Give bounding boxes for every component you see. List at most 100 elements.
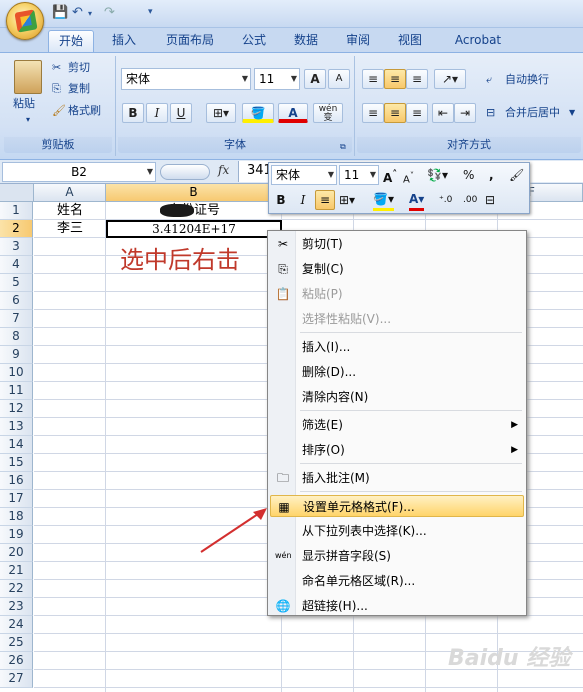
cell-a1[interactable]: 姓名 (34, 202, 106, 220)
align-center-icon[interactable]: ≡ (384, 103, 406, 123)
cell-b1[interactable]: 身份证号 (106, 202, 282, 220)
tab-review[interactable]: 审阅 (338, 30, 378, 52)
orientation-icon[interactable]: ↗▾ (434, 69, 466, 89)
row-header[interactable]: 9 (0, 346, 33, 364)
tab-formulas[interactable]: 公式 (234, 30, 274, 52)
row-header[interactable]: 8 (0, 328, 33, 346)
merge-center-button[interactable]: 合并后居中 (505, 105, 560, 121)
mini-border-icon[interactable]: ⊞▾ (339, 191, 355, 209)
mini-center-icon[interactable]: ≡ (315, 190, 335, 210)
mini-grow-font-icon[interactable]: A˄ (383, 166, 397, 187)
tab-data[interactable]: 数据 (286, 30, 326, 52)
row-header[interactable]: 18 (0, 508, 33, 526)
row-header[interactable]: 4 (0, 256, 33, 274)
cut-icon[interactable]: ✂ (52, 60, 61, 76)
context-menu-item[interactable]: 🗀 插入批注(M) (270, 467, 524, 489)
row-header[interactable]: 15 (0, 454, 33, 472)
row-header[interactable]: 21 (0, 562, 33, 580)
tab-view[interactable]: 视图 (390, 30, 430, 52)
context-menu-item[interactable]: ✂ 剪切(T) (270, 233, 524, 255)
shrink-font-button[interactable]: A (328, 69, 350, 89)
paste-button[interactable]: 粘贴 (13, 96, 35, 112)
select-all-corner[interactable] (0, 184, 34, 202)
row-header[interactable]: 3 (0, 238, 33, 256)
row-header[interactable]: 25 (0, 634, 33, 652)
mini-italic-button[interactable]: I (295, 191, 311, 209)
context-menu-item[interactable]: 插入(I)... (270, 336, 524, 358)
mini-format-painter-icon[interactable]: 🖌 (509, 166, 524, 184)
phonetic-button[interactable]: wén 变 (313, 103, 343, 123)
context-menu-item[interactable]: ⎘ 复制(C) (270, 258, 524, 280)
row-header[interactable]: 22 (0, 580, 33, 598)
mini-fill-color-icon[interactable]: 🪣▾ (373, 190, 394, 211)
merge-center-icon[interactable]: ⊟ (486, 105, 495, 121)
align-top-icon[interactable]: ≡ (362, 69, 384, 89)
context-menu-item[interactable]: 删除(D)... (270, 361, 524, 383)
mini-shrink-font-icon[interactable]: A˅ (403, 166, 414, 189)
font-color-button[interactable]: A (278, 103, 308, 123)
mini-comma-button[interactable]: , (489, 166, 494, 184)
formula-expand-handle[interactable] (160, 164, 210, 180)
row-header[interactable]: 26 (0, 652, 33, 670)
align-bottom-icon[interactable]: ≡ (406, 69, 428, 89)
border-button[interactable]: ⊞▾ (206, 103, 236, 123)
mini-font-color-icon[interactable]: A▾ (409, 190, 425, 211)
bold-button[interactable]: B (122, 103, 144, 123)
tab-home[interactable]: 开始 (48, 30, 94, 52)
italic-button[interactable]: I (146, 103, 168, 123)
context-menu-item[interactable]: 命名单元格区域(R)... (270, 570, 524, 592)
redo-icon[interactable]: ↷ (104, 5, 115, 21)
chevron-down-icon[interactable]: ▼ (569, 105, 575, 121)
cell-a2[interactable]: 李三 (34, 220, 106, 238)
mini-decrease-decimal-icon[interactable]: .00 (463, 191, 477, 209)
name-box[interactable]: B2 ▼ (2, 162, 156, 182)
row-header[interactable]: 23 (0, 598, 33, 616)
paste-dropdown-icon[interactable]: ▾ (26, 112, 30, 128)
increase-indent-icon[interactable]: ⇥ (454, 103, 476, 123)
row-header[interactable]: 14 (0, 436, 33, 454)
tab-insert[interactable]: 插入 (104, 30, 144, 52)
copy-icon[interactable]: ⎘ (52, 81, 61, 97)
grow-font-button[interactable]: A (304, 69, 326, 89)
context-menu-item[interactable]: 筛选(E) ▶ (270, 414, 524, 436)
row-header[interactable]: 16 (0, 472, 33, 490)
font-dialog-launcher-icon[interactable]: ⧉ (340, 139, 346, 155)
font-name-combo[interactable]: 宋体 ▼ (121, 68, 251, 90)
row-header[interactable]: 5 (0, 274, 33, 292)
mini-increase-decimal-icon[interactable]: ⁺.0 (439, 191, 452, 209)
context-menu-item[interactable]: 从下拉列表中选择(K)... (270, 520, 524, 542)
row-header[interactable]: 11 (0, 382, 33, 400)
underline-button[interactable]: U (170, 103, 192, 123)
context-menu-item[interactable]: 排序(O) ▶ (270, 439, 524, 461)
row-header[interactable]: 24 (0, 616, 33, 634)
tab-acrobat[interactable]: Acrobat (446, 30, 510, 52)
row-header[interactable]: 19 (0, 526, 33, 544)
row-header[interactable]: 27 (0, 670, 33, 688)
context-menu-item[interactable]: 🌐 超链接(H)... (270, 595, 524, 617)
align-right-icon[interactable]: ≡ (406, 103, 428, 123)
customize-qat-icon[interactable]: ▾ (148, 7, 153, 23)
tab-page-layout[interactable]: 页面布局 (158, 30, 222, 52)
row-header[interactable]: 13 (0, 418, 33, 436)
cell-b2[interactable]: 3.41204E+17 (106, 220, 282, 238)
undo-icon[interactable]: ↶ (72, 5, 83, 21)
row-header[interactable]: 6 (0, 292, 33, 310)
row-header[interactable]: 2 (0, 220, 33, 238)
copy-button[interactable]: 复制 (68, 81, 90, 97)
mini-size-combo[interactable]: 11 ▼ (339, 165, 379, 185)
mini-currency-icon[interactable]: 💱▾ (427, 166, 448, 184)
fill-color-button[interactable]: 🪣 (242, 103, 274, 123)
save-icon[interactable]: 💾 (52, 5, 68, 21)
insert-function-button[interactable]: fx (218, 163, 229, 177)
context-menu-item[interactable]: 清除内容(N) (270, 386, 524, 408)
row-header[interactable]: 1 (0, 202, 33, 220)
format-painter-button[interactable]: 格式刷 (68, 103, 101, 119)
paste-icon[interactable] (14, 60, 42, 94)
context-menu-item[interactable]: wén 显示拼音字段(S) (270, 545, 524, 567)
mini-percent-button[interactable]: % (463, 166, 474, 184)
office-button[interactable] (6, 2, 44, 40)
cut-button[interactable]: 剪切 (68, 60, 90, 76)
mini-merge-icon[interactable]: ⊟ (485, 191, 495, 209)
decrease-indent-icon[interactable]: ⇤ (432, 103, 454, 123)
row-header[interactable]: 17 (0, 490, 33, 508)
